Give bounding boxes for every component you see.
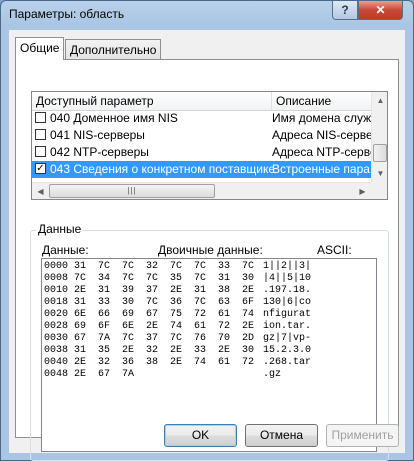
hex-ascii: .197.18. <box>263 285 312 296</box>
hex-bytes: 6E 66 69 67 75 72 61 74 <box>74 309 255 320</box>
hex-offset: 0040 <box>44 357 69 368</box>
tab-advanced[interactable]: Дополнительно <box>65 39 162 59</box>
hex-offset: 0030 <box>44 333 69 344</box>
hex-bytes: 2E 67 7A <box>74 369 135 380</box>
scroll-down-icon[interactable]: ▼ <box>372 165 387 182</box>
hex-offset: 0008 <box>44 273 69 284</box>
list-item[interactable]: 041 NIS-серверы Адреса NIS-серве <box>32 127 371 144</box>
column-header-desc[interactable]: Описание <box>272 92 371 110</box>
hex-bytes: 67 7A 7C 37 7C 76 70 2D <box>74 333 255 344</box>
option-name: 042 NTP-серверы <box>50 145 149 159</box>
dialog-client: Общие Дополнительно Доступный параметр О… <box>9 30 405 461</box>
apply-button[interactable]: Применить <box>326 424 399 447</box>
hex-ascii: 1||2||3| <box>263 261 312 272</box>
options-list[interactable]: Доступный параметр Описание 040 Доменное… <box>31 91 388 200</box>
option-name: 040 Доменное имя NIS <box>50 111 178 125</box>
hscroll-thumb[interactable]: ||| <box>49 184 215 198</box>
hex-offset: 0048 <box>44 369 69 380</box>
hex-ascii: .gz <box>263 369 282 380</box>
option-name: 041 NIS-серверы <box>50 128 145 142</box>
tab-general[interactable]: Общие <box>15 37 65 60</box>
group-label: Данные <box>36 222 84 236</box>
hex-ascii: |4||5|10 <box>263 273 312 284</box>
hex-ascii: 130|6|co <box>263 297 312 308</box>
hex-bytes: 69 6F 6E 2E 74 61 72 2E <box>74 321 255 332</box>
hex-editor[interactable]: 0000 31 7C 7C 32 7C 7C 33 7C 1||2||3| 0008 7… <box>41 258 377 452</box>
option-checkbox[interactable] <box>35 146 46 157</box>
binary-label: Двоичные данные: <box>158 243 263 257</box>
option-desc: Встроенные пара <box>272 162 370 176</box>
hex-bytes: 31 7C 7C 32 7C 7C 33 7C <box>74 261 255 272</box>
scroll-thumb[interactable] <box>373 144 387 162</box>
hex-bytes: 31 33 30 7C 36 7C 63 6F <box>74 297 255 308</box>
scroll-left-icon[interactable]: ◀ <box>32 183 49 199</box>
hex-bytes: 2E 32 36 38 2E 74 61 72 <box>74 357 255 368</box>
scroll-up-icon[interactable]: ▲ <box>372 92 387 109</box>
hex-offset: 0010 <box>44 285 69 296</box>
hex-offset: 0018 <box>44 297 69 308</box>
tab-panel: Доступный параметр Описание 040 Доменное… <box>15 59 399 461</box>
hex-offset: 0028 <box>44 321 69 332</box>
option-desc: Адреса NIS-серве <box>272 128 371 142</box>
list-rows: 040 Доменное имя NIS Имя домена служ 041… <box>32 110 371 178</box>
title-bar: Параметры: область ? ✕ <box>1 1 413 29</box>
hex-bytes: 31 35 2E 32 2E 33 2E 30 <box>74 345 255 356</box>
list-item-selected[interactable]: ✓ 043 Сведения о конкретном поставщике В… <box>32 161 371 178</box>
list-item[interactable]: 042 NTP-серверы Адреса NTP-серве <box>32 144 371 161</box>
ok-button[interactable]: OK <box>164 424 237 447</box>
window-title: Параметры: область <box>9 7 125 21</box>
help-button[interactable]: ? <box>332 1 358 20</box>
list-header: Доступный параметр Описание <box>32 92 371 111</box>
option-desc: Адреса NTP-серве <box>272 145 371 159</box>
scroll-right-icon[interactable]: ▶ <box>354 183 371 199</box>
option-checkbox[interactable] <box>35 129 46 140</box>
hex-ascii: ion.tar. <box>263 321 312 332</box>
option-checkbox[interactable] <box>35 112 46 123</box>
options-dialog: Параметры: область ? ✕ Общие Дополнитель… <box>0 0 414 461</box>
hex-offset: 0020 <box>44 309 69 320</box>
column-header-param[interactable]: Доступный параметр <box>32 92 272 110</box>
option-checkbox[interactable]: ✓ <box>35 163 46 174</box>
scroll-corner <box>371 182 387 199</box>
hex-ascii: gz|7|vp- <box>263 333 312 344</box>
close-button[interactable]: ✕ <box>358 1 403 20</box>
hex-offset: 0038 <box>44 345 69 356</box>
hex-ascii: nfigurat <box>263 309 312 320</box>
hex-ascii: 15.2.3.0 <box>263 345 312 356</box>
hex-ascii: .268.tar <box>263 357 312 368</box>
ascii-label: ASCII: <box>317 243 352 257</box>
option-name: 043 Сведения о конкретном поставщике <box>50 162 275 176</box>
help-icon: ? <box>341 3 349 17</box>
cancel-button[interactable]: Отмена <box>245 424 318 447</box>
hex-bytes: 2E 31 39 37 2E 31 38 2E <box>74 285 255 296</box>
horizontal-scrollbar[interactable]: ◀ ||| ▶ <box>32 182 371 199</box>
option-desc: Имя домена служ <box>272 111 371 125</box>
close-icon: ✕ <box>375 3 386 17</box>
hex-offset: 0000 <box>44 261 69 272</box>
list-item[interactable]: 040 Доменное имя NIS Имя домена служ <box>32 110 371 127</box>
data-label: Данные: <box>42 243 89 257</box>
vertical-scrollbar[interactable]: ▲ ▼ <box>371 92 387 182</box>
hex-bytes: 7C 34 7C 7C 35 7C 31 30 <box>74 273 255 284</box>
